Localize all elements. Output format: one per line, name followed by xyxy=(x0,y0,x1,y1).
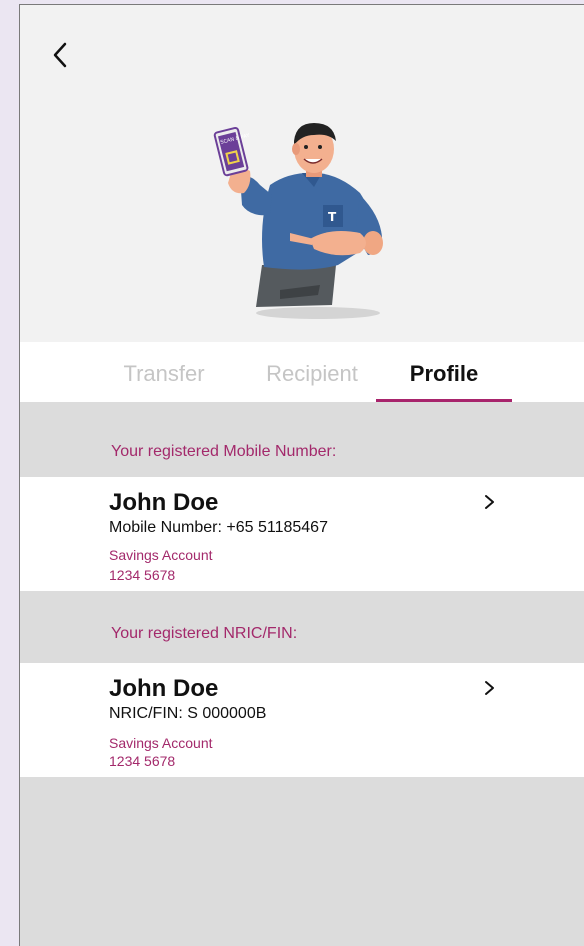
tab-profile[interactable]: Profile xyxy=(376,342,512,402)
mobile-section-label: Your registered Mobile Number: xyxy=(111,443,337,460)
account-number: 1234 5678 xyxy=(109,567,176,583)
tab-bar: Transfer Recipient Profile xyxy=(20,342,584,402)
account-type: Savings Account xyxy=(109,735,213,751)
account-type: Savings Account xyxy=(109,547,213,563)
tab-transfer[interactable]: Transfer xyxy=(106,342,222,402)
chevron-left-icon xyxy=(53,42,67,68)
mobile-number-text: Mobile Number: +65 51185467 xyxy=(109,519,328,536)
nric-section-label: Your registered NRIC/FIN: xyxy=(111,625,298,642)
hero-banner: T SCAN & PAY xyxy=(20,5,584,342)
card-name: John Doe xyxy=(109,489,219,516)
nric-text: NRIC/FIN: S 000000B xyxy=(109,705,267,722)
chevron-right-icon xyxy=(485,495,494,509)
tab-recipient[interactable]: Recipient xyxy=(242,342,382,402)
card-name: John Doe xyxy=(109,675,219,702)
svg-text:T: T xyxy=(328,210,337,224)
back-button[interactable] xyxy=(48,39,72,71)
man-holding-phone-illustration: T SCAN & PAY xyxy=(213,123,383,319)
app-screen: T SCAN & PAY Transfer Recipient Profile … xyxy=(19,4,584,946)
chevron-right-icon xyxy=(485,681,494,695)
mobile-number-card[interactable]: John Doe Mobile Number: +65 51185467 Sav… xyxy=(20,477,584,591)
active-tab-indicator xyxy=(376,399,512,402)
nric-card[interactable]: John Doe NRIC/FIN: S 000000B Savings Acc… xyxy=(20,663,584,777)
account-number: 1234 5678 xyxy=(109,753,176,769)
